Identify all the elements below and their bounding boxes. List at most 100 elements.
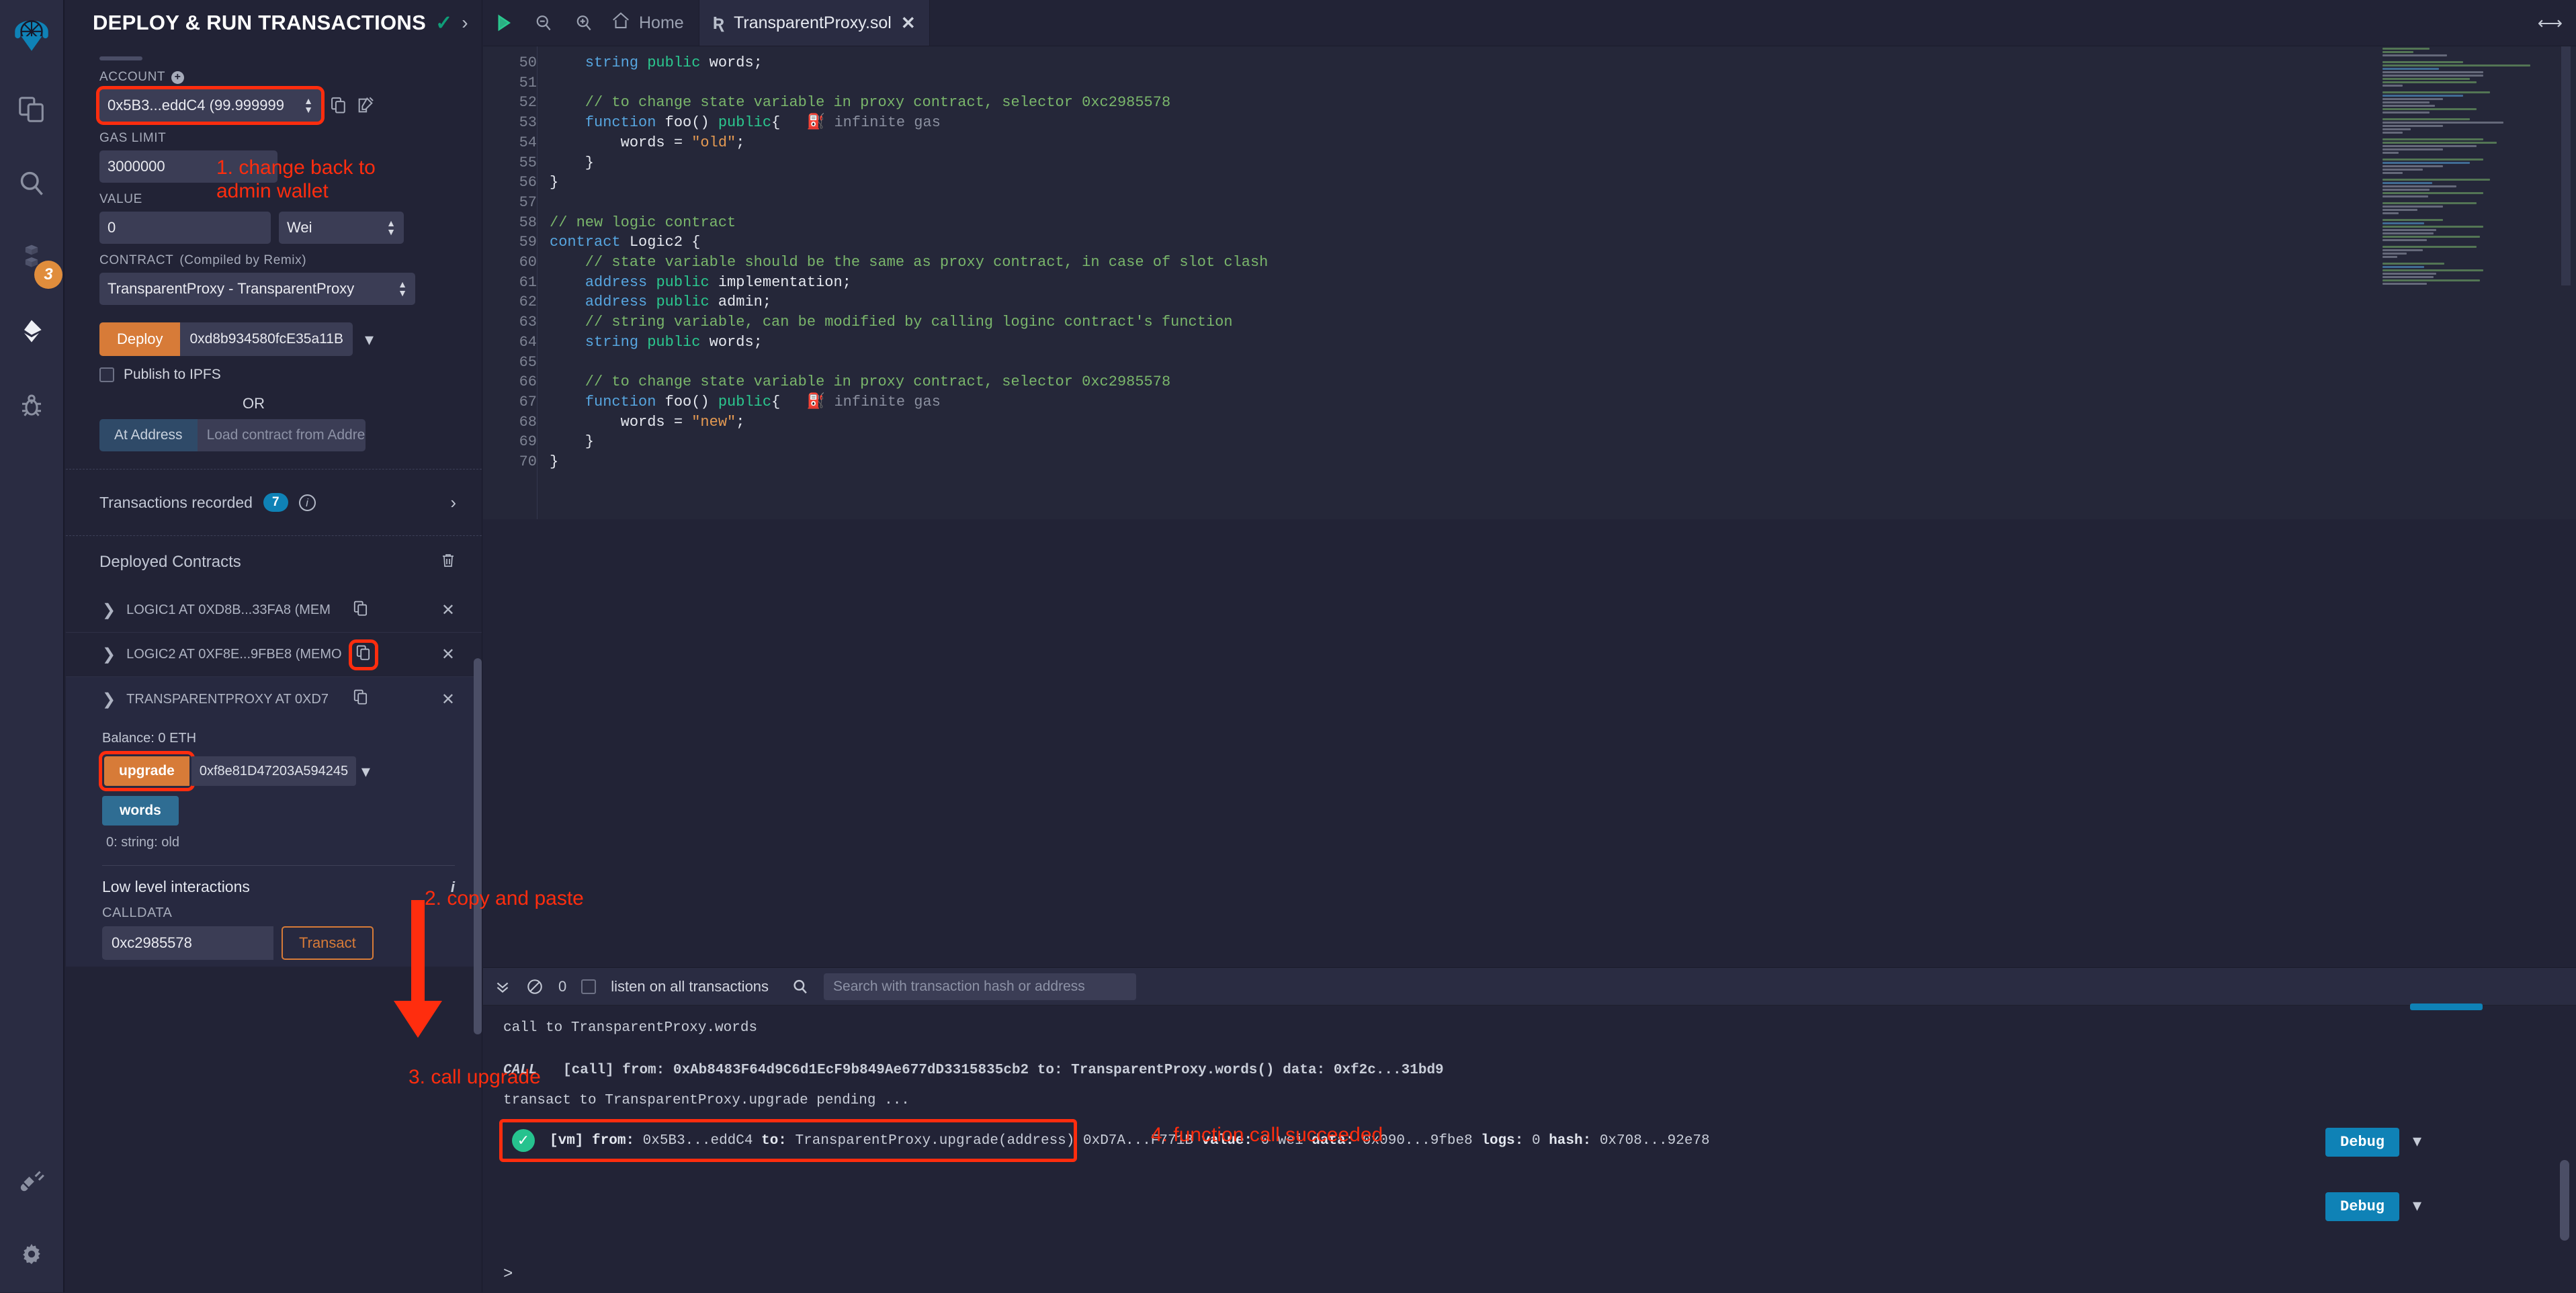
chevron-down-icon[interactable]: ▾ (365, 329, 374, 350)
trash-icon[interactable] (440, 551, 456, 574)
copy-icon[interactable] (352, 688, 370, 710)
zoom-in-icon[interactable] (564, 0, 604, 46)
chevron-right-icon[interactable]: › (462, 12, 468, 34)
calldata-input[interactable]: 0xc2985578 (102, 926, 273, 960)
code-line[interactable]: contract Logic2 { (550, 232, 2576, 253)
horizontal-resize-icon[interactable]: ⟷ (2538, 13, 2563, 34)
close-icon[interactable]: ✕ (441, 600, 455, 620)
code-line[interactable]: string public words; (550, 332, 2576, 353)
deployed-contract-item-logic1[interactable]: ❯ LOGIC1 AT 0XD8B...33FA8 (MEM ✕ (66, 588, 482, 633)
edit-icon[interactable] (356, 96, 375, 115)
zoom-out-icon[interactable] (523, 0, 564, 46)
deploy-constructor-arg-input[interactable]: 0xd8b934580fcE35a11B (180, 322, 352, 356)
spinner-arrows-icon[interactable]: ▲▼ (398, 280, 407, 298)
chevrons-down-icon[interactable] (494, 978, 511, 995)
deployed-contract-item-transparentproxy[interactable]: ❯ TRANSPARENTPROXY AT 0XD7 ✕ (66, 677, 482, 721)
copy-icon[interactable] (352, 643, 375, 667)
code-line[interactable]: } (550, 173, 2576, 193)
terminal-search-input[interactable]: Search with transaction hash or address (824, 973, 1136, 1000)
code-line[interactable]: // to change state variable in proxy con… (550, 93, 2576, 113)
code-line[interactable]: // new logic contract (550, 213, 2576, 233)
sidebar-item-solidity-compiler[interactable]: 3 (0, 222, 64, 296)
code-line[interactable]: // to change state variable in proxy con… (550, 372, 2576, 392)
no-entry-icon[interactable] (526, 978, 544, 995)
plus-circle-icon[interactable]: + (171, 71, 184, 84)
close-icon[interactable]: ✕ (901, 13, 916, 34)
terminal-prompt[interactable]: > (503, 1265, 513, 1284)
account-row: 0x5B3...eddC4 (99.999999 ▲▼ (99, 89, 482, 122)
side-panel-scrollbar[interactable] (474, 658, 482, 1034)
debug-button[interactable]: Debug (2325, 1128, 2399, 1157)
code-line[interactable]: // string variable, can be modified by c… (550, 312, 2576, 332)
spinner-arrows-icon[interactable]: ▲▼ (386, 219, 396, 237)
run-icon[interactable] (483, 0, 523, 46)
drag-handle[interactable] (99, 56, 142, 60)
copy-icon[interactable] (329, 96, 348, 115)
code-line[interactable]: address public admin; (550, 292, 2576, 312)
chevron-down-icon[interactable]: ▾ (2413, 1195, 2421, 1216)
code-line[interactable]: } (550, 452, 2576, 472)
terminal-scrollbar[interactable] (2560, 1160, 2569, 1241)
terminal-output[interactable]: call to TransparentProxy.words CALL [cal… (483, 1006, 2576, 1293)
code-line[interactable] (550, 353, 2576, 373)
contract-select[interactable]: TransparentProxy - TransparentProxy ▲▼ (99, 273, 415, 305)
minimap-line (2382, 222, 2424, 224)
chevron-right-icon[interactable]: › (450, 492, 456, 513)
minimap-line (2382, 182, 2432, 184)
value-unit-select[interactable]: Wei ▲▼ (279, 212, 404, 244)
at-address-button[interactable]: At Address (99, 419, 198, 451)
code-content[interactable]: string public words; // to change state … (537, 46, 2576, 519)
editor-vertical-scrollbar[interactable] (2561, 46, 2571, 285)
listen-all-transactions-checkbox[interactable] (581, 979, 596, 994)
copy-icon[interactable] (352, 600, 370, 621)
upgrade-arg-input[interactable]: 0xf8e81D47203A594245 (191, 756, 356, 786)
tab-transparentproxy-sol[interactable]: Ʀ TransparentProxy.sol ✕ (699, 0, 930, 46)
deploy-button[interactable]: Deploy (99, 322, 180, 356)
transactions-recorded-row[interactable]: Transactions recorded 7 i › (66, 470, 482, 535)
sidebar-item-plugin-manager[interactable] (0, 1145, 64, 1218)
close-icon[interactable]: ✕ (441, 645, 455, 664)
chevron-right-icon[interactable]: ❯ (102, 645, 116, 664)
code-line[interactable]: string public words; (550, 53, 2576, 73)
terminal-transaction-row[interactable]: ✓ [vm] from: 0x5B3...eddC4 to: Transpare… (499, 1119, 1077, 1162)
deployed-contract-item-logic2[interactable]: ❯ LOGIC2 AT 0XF8E...9FBE8 (MEMO ✕ (66, 633, 482, 677)
info-icon[interactable]: i (299, 494, 316, 511)
code-line[interactable] (550, 73, 2576, 93)
code-line[interactable] (550, 193, 2576, 213)
or-separator: OR (66, 395, 482, 412)
code-line[interactable]: words = "old"; (550, 133, 2576, 153)
search-icon[interactable] (791, 978, 809, 995)
code-line[interactable]: function foo() public{ ⛽ infinite gas (550, 392, 2576, 412)
close-icon[interactable]: ✕ (441, 690, 455, 709)
code-minimap[interactable] (2377, 46, 2538, 285)
chevron-down-icon[interactable]: ❯ (102, 690, 116, 709)
at-address-input[interactable]: Load contract from Address (198, 419, 366, 451)
code-line[interactable]: function foo() public{ ⛽ infinite gas (550, 113, 2576, 133)
chevron-down-icon[interactable]: ▾ (2413, 1130, 2421, 1151)
upgrade-button[interactable]: upgrade (104, 756, 189, 786)
code-line[interactable]: words = "new"; (550, 412, 2576, 433)
publish-ipfs-row[interactable]: Publish to IPFS (99, 367, 482, 383)
sidebar-item-debugger[interactable] (0, 369, 64, 443)
value-input[interactable]: 0 (99, 212, 271, 244)
chevron-down-icon[interactable]: ▾ (361, 761, 370, 782)
minimap-line (2382, 212, 2399, 214)
code-editor[interactable]: 5051525354555657585960616263646566676869… (483, 46, 2576, 519)
sidebar-item-settings[interactable] (0, 1218, 64, 1292)
debug-button[interactable]: Debug (2325, 1192, 2399, 1221)
words-button[interactable]: words (102, 796, 179, 826)
home-tab[interactable]: Home (604, 0, 699, 46)
sidebar-item-remix-home[interactable] (0, 0, 64, 74)
spinner-arrows-icon[interactable]: ▲▼ (304, 97, 313, 115)
chevron-right-icon[interactable]: ❯ (102, 600, 116, 620)
code-line[interactable]: } (550, 153, 2576, 173)
account-select[interactable]: 0x5B3...eddC4 (99.999999 ▲▼ (99, 89, 321, 122)
sidebar-item-deploy-run[interactable] (0, 296, 64, 369)
code-line[interactable]: } (550, 432, 2576, 452)
transact-button[interactable]: Transact (282, 926, 374, 960)
code-line[interactable]: address public implementation; (550, 273, 2576, 293)
sidebar-item-search[interactable] (0, 148, 64, 222)
publish-ipfs-checkbox[interactable] (99, 367, 114, 382)
sidebar-item-file-explorer[interactable] (0, 74, 64, 148)
code-line[interactable]: // state variable should be the same as … (550, 253, 2576, 273)
